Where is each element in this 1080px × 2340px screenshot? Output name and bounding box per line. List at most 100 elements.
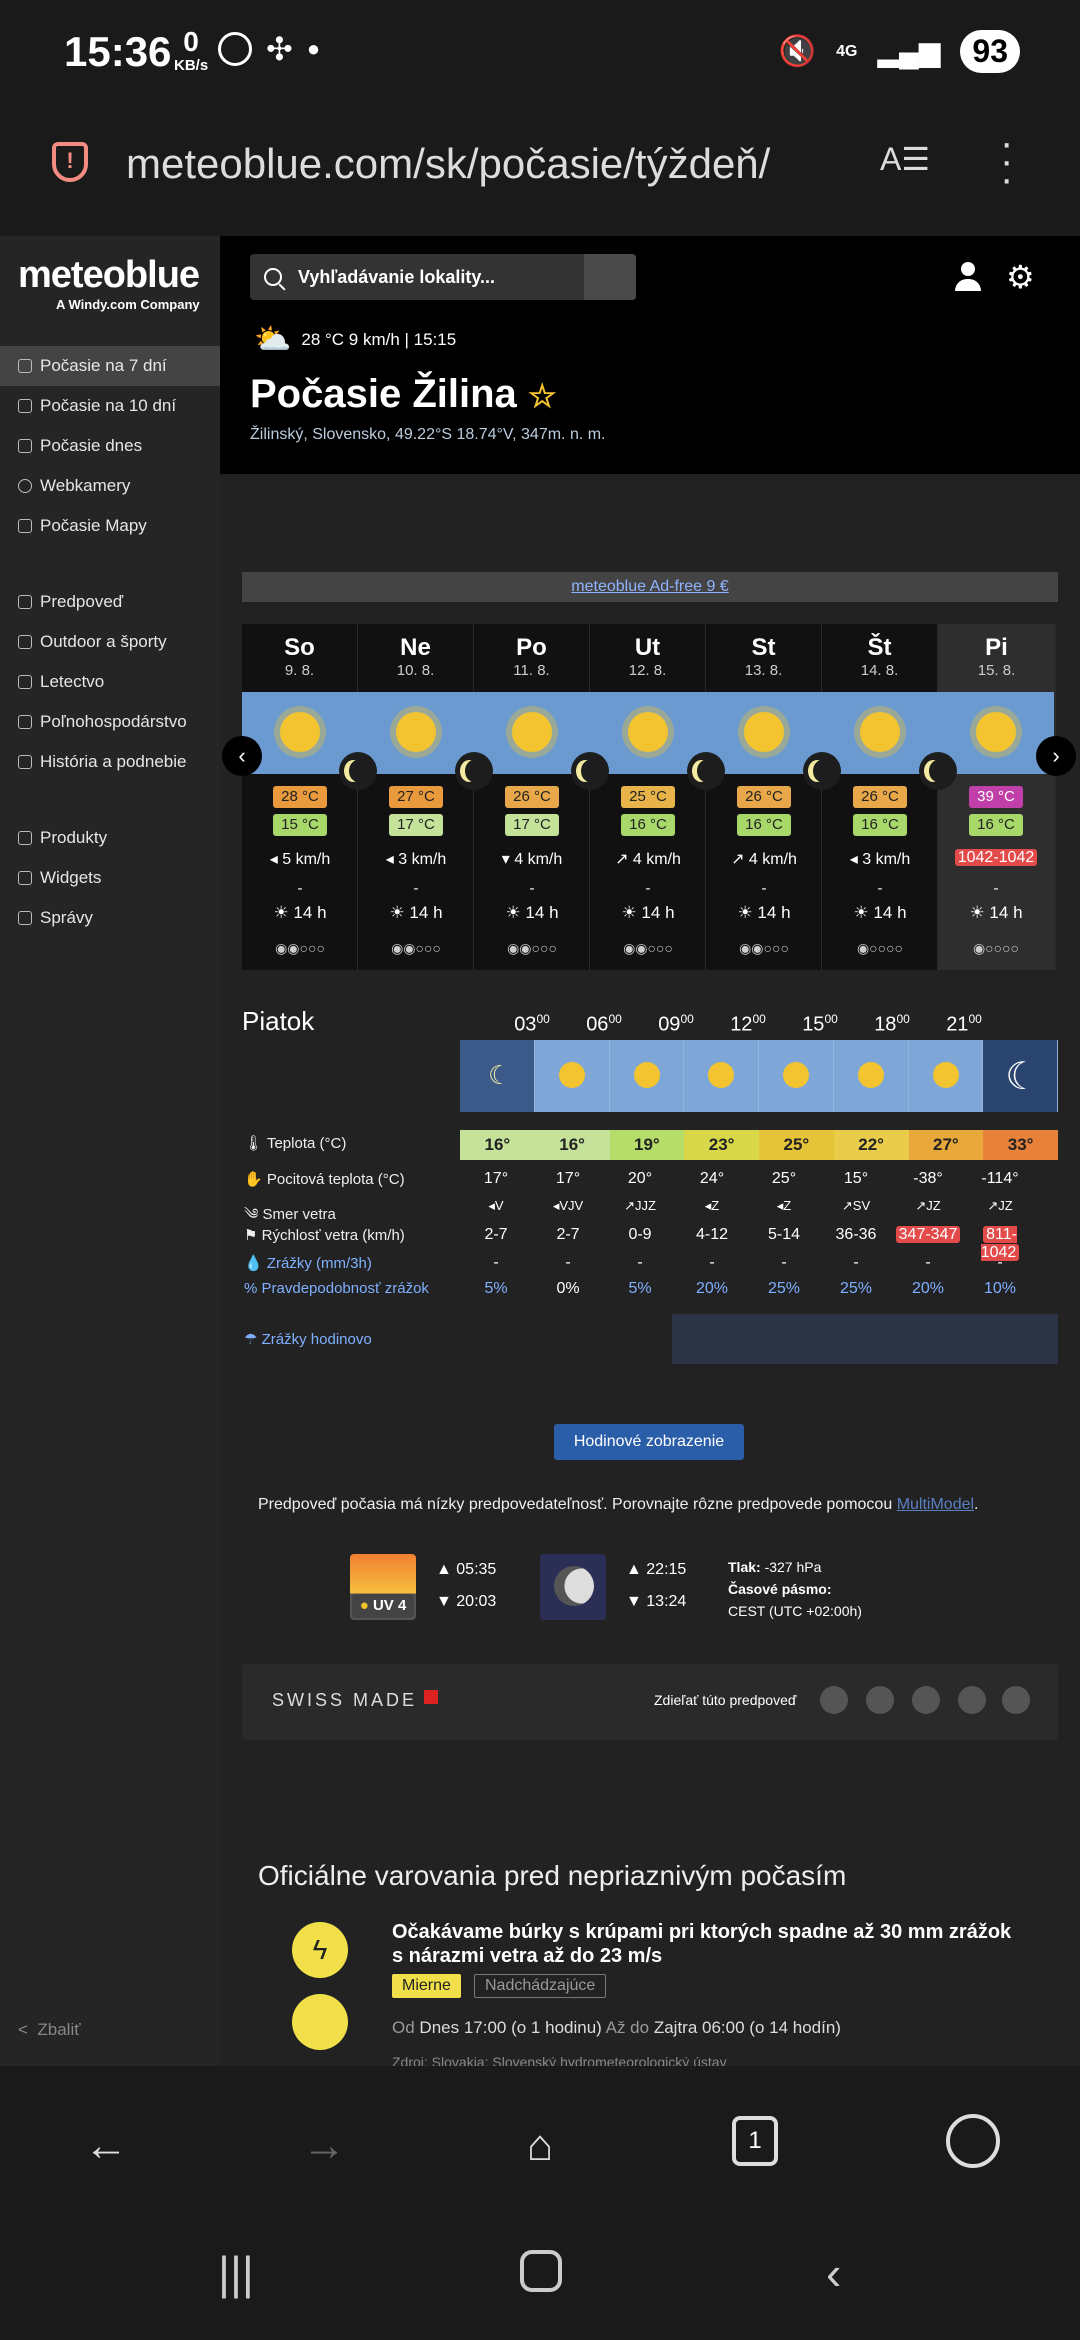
severity-badge: Mierne [392,1974,461,1998]
recent-apps-icon[interactable]: ||| [218,2246,254,2300]
forward-arrow-icon[interactable]: → [294,2116,354,2176]
plane-icon [18,675,32,689]
sun-icon [976,712,1016,752]
menu-icon[interactable]: · · · [1000,123,1013,199]
gear-icon[interactable]: ⚙ [1006,258,1035,296]
x-icon[interactable] [912,1686,940,1714]
home-icon[interactable]: ⌂ [510,2116,570,2176]
day-column[interactable]: Ut 12. 8. 25 °C 16 °C ↗ 4 km/h - ☀ 14 h ◉◉○… [590,624,706,970]
partly-cloudy-icon: ⛅ [254,323,292,356]
weather-icon [18,439,32,453]
sidebar-item-today[interactable]: Počasie dnes [0,426,220,466]
facebook-icon[interactable] [866,1686,894,1714]
logo[interactable]: meteoblue A Windy.com Company [18,254,200,312]
moon-icon [455,752,493,790]
home-button-icon[interactable] [520,2250,562,2292]
hourly-precip-chart [672,1314,1058,1364]
sidebar-item-webcams[interactable]: Webkamery [0,466,220,506]
next-days-button[interactable]: › [1036,736,1076,776]
megaphone-icon [18,911,32,925]
sidebar-item-widgets[interactable]: Widgets [0,858,220,898]
app-icon: ✣ [266,31,293,67]
link-icon[interactable] [1002,1686,1030,1714]
seven-day-forecast: So 9. 8. 28 °C 15 °C ◂ 5 km/h - ☀ 14 h ◉◉○○… [242,624,1056,970]
widget-icon [18,871,32,885]
multimodel-link[interactable]: MultiModel [897,1496,974,1513]
label-precipitation[interactable]: 💧 Zrážky (mm/3h) [244,1254,372,1272]
hourly-sky-strip: ☾ ☾ [460,1040,1058,1112]
hourly-precip-link[interactable]: ☂ Zrážky hodinovo [244,1330,372,1348]
hour-labels: 0300 0600 0900 1200 1500 1800 2100 [514,1012,982,1036]
sidebar-item-7-days[interactable]: Počasie na 7 dní [0,346,220,386]
reader-mode-icon[interactable]: A☰ [880,140,930,178]
shield-icon[interactable]: ! [52,142,88,182]
swiss-flag-icon [424,1690,438,1704]
map-icon [18,519,32,533]
predictability-icons: ◉○○○○ [972,940,1020,956]
precipitation-row: -------- [493,1254,1003,1271]
moon-times: ▲ 22:15 ▼ 13:24 [626,1561,687,1610]
profile-icon[interactable] [946,2114,1000,2168]
sidebar-item-forecast[interactable]: Predpoveď [0,582,220,622]
whatsapp-icon[interactable] [820,1686,848,1714]
outdoor-icon [18,635,32,649]
sun-icon [834,1040,909,1112]
day-column[interactable]: St 13. 8. 26 °C 16 °C ↗ 4 km/h - ☀ 14 h ◉◉○… [706,624,822,970]
back-icon[interactable]: ‹ [826,2246,841,2300]
moon-icon: ☾ [460,1040,535,1112]
ad-free-link[interactable]: meteoblue Ad-free 9 € [242,572,1058,602]
network-type: 4G [836,42,858,60]
search-icon [264,268,282,286]
day-column[interactable]: So 9. 8. 28 °C 15 °C ◂ 5 km/h - ☀ 14 h ◉◉○○… [242,624,358,970]
sidebar-item-agriculture[interactable]: Poľnohospodárstvo [0,702,220,742]
pressure-timezone: Tlak: -327 hPa Časové pásmo: CEST (UTC +… [728,1559,862,1619]
feels-like-row: 17° 17° 20° 24° 25° 15° -38° -114° [483,1170,1019,1187]
label-feels-like: ✋ Pocitová teplota (°C) [244,1171,405,1188]
day-column[interactable]: Št 14. 8. 26 °C 16 °C ◂ 3 km/h - ☀ 14 h ◉○○… [822,624,938,970]
sun-icon [280,712,320,752]
battery-indicator: 93 [960,30,1020,73]
predictability-icons: ◉○○○○ [856,940,904,956]
status-icons: 🔇 4G ▂▄▆ 93 [779,30,1020,73]
binoculars-icon [18,595,32,609]
hourly-view-button[interactable]: Hodinové zobrazenie [554,1424,744,1460]
temperature-row: 16° 16° 19° 23° 25° 22° 27° 33° [460,1130,1058,1160]
tabs-button[interactable]: 1 [732,2116,778,2166]
sidebar-item-products[interactable]: Produkty [0,818,220,858]
telegram-icon[interactable] [958,1686,986,1714]
day-column[interactable]: Ne 10. 8. 27 °C 17 °C ◂ 3 km/h - ☀ 14 h ◉◉○… [358,624,474,970]
sidebar-item-history[interactable]: História a podnebie [0,742,220,782]
collapse-sidebar-button[interactable]: < Zbaliť [18,2020,81,2040]
share-label: Zdieľať túto predpoveď [654,1692,797,1708]
user-icon[interactable] [954,262,982,292]
sidebar-item-outdoor[interactable]: Outdoor a športy [0,622,220,662]
location-details: Žilinský, Slovensko, 49.22°S 18.74°V, 34… [250,426,606,443]
sidebar-item-maps[interactable]: Počasie Mapy [0,506,220,546]
sidebar-item-aviation[interactable]: Letectvo [0,662,220,702]
history-icon [18,755,32,769]
warning-source[interactable]: Zdroj: Slovakia: Slovenský hydrometeorol… [392,2054,727,2066]
back-arrow-icon[interactable]: ← [76,2116,136,2176]
chevron-left-icon: < [18,2020,38,2039]
day-column-selected[interactable]: Pi 15. 8. 39 °C 16 °C 1042-1042 - ☀ 14 h ◉… [938,624,1056,970]
calendar-icon [18,399,32,413]
predictability-icons: ◉◉○○○ [391,940,441,956]
label-precip-probability[interactable]: % Pravdepodobnosť zrážok [244,1280,429,1297]
favorite-star-icon[interactable]: ☆ [528,378,557,414]
prev-days-button[interactable]: ‹ [222,736,262,776]
search-input[interactable]: Vyhľadávanie lokality... [250,254,636,300]
sun-icon [512,712,552,752]
sun-icon [909,1040,984,1112]
lightning-icon: ϟ [292,1922,348,1978]
whatsapp-icon [218,32,252,66]
url-text[interactable]: meteoblue.com/sk/počasie/týždeň/ [126,140,846,188]
sidebar-item-10-days[interactable]: Počasie na 10 dní [0,386,220,426]
day-column[interactable]: Po 11. 8. 26 °C 17 °C ▾ 4 km/h - ☀ 14 h ◉◉○… [474,624,590,970]
sidebar-item-news[interactable]: Správy [0,898,220,938]
network-speed: 0 KB/s [174,26,209,75]
uv-index: ● UV 4 [352,1594,414,1618]
locate-icon[interactable] [584,254,636,300]
moon-phase-icon [540,1554,606,1620]
precip-probability-row: 5% 0% 5% 20% 25% 25% 20% 10% [484,1280,1017,1297]
browser-bottom-nav [0,2066,1080,2340]
